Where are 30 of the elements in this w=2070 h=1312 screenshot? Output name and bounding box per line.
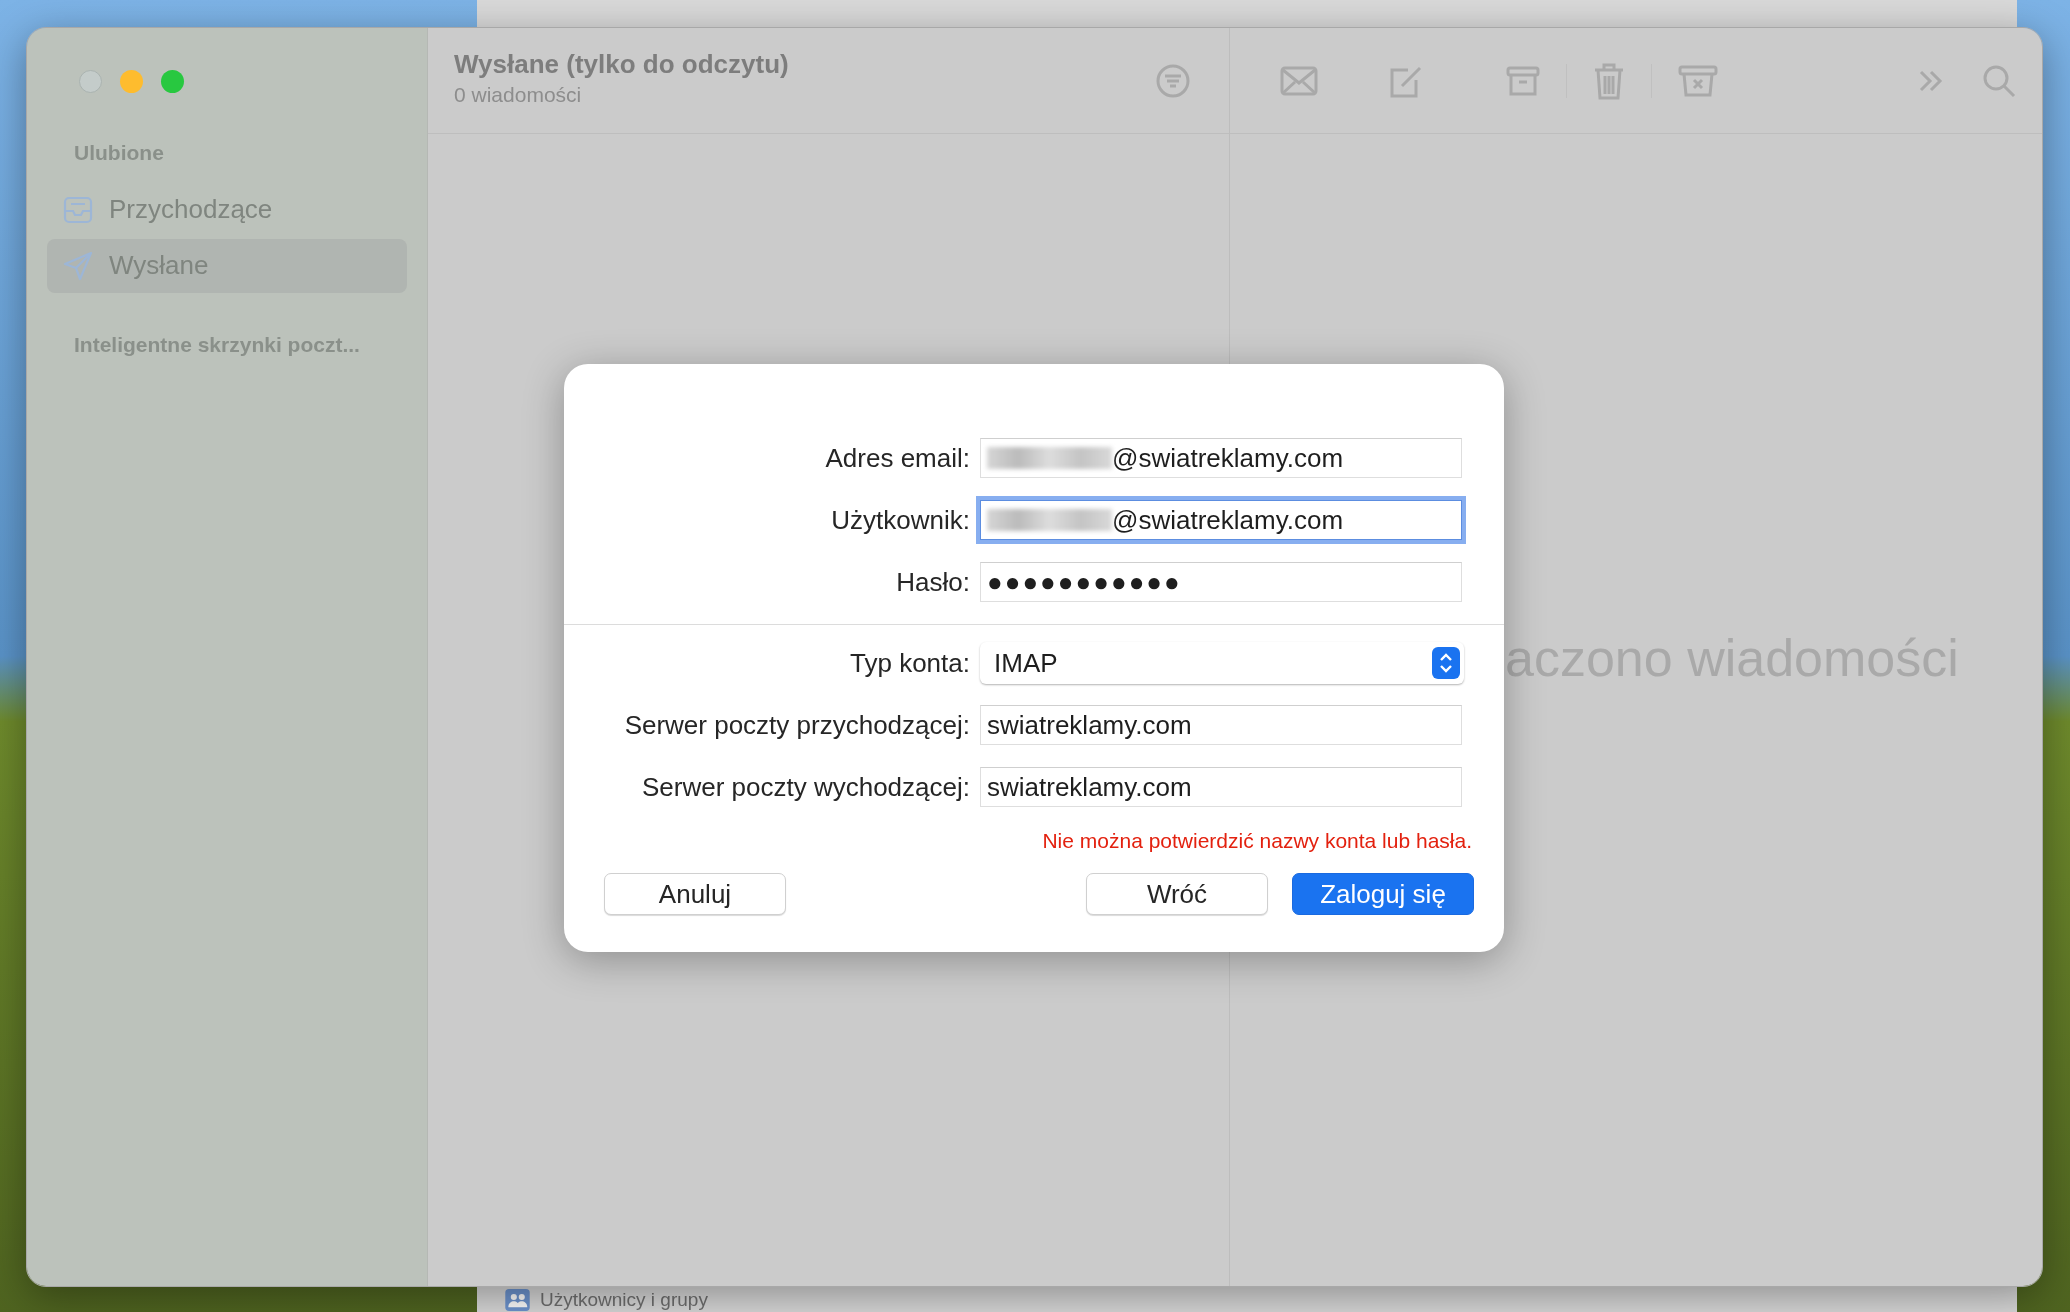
- field-label: Hasło:: [895, 565, 971, 599]
- input-field[interactable]: @swiatreklamy.com: [980, 438, 1462, 478]
- paper-plane-icon: [63, 250, 93, 281]
- dialog-button[interactable]: Anuluj: [604, 872, 786, 915]
- archive-icon[interactable]: [1506, 64, 1540, 97]
- input-field[interactable]: swiatreklamy.com: [980, 767, 1462, 807]
- close-button[interactable]: [79, 70, 102, 93]
- filter-icon[interactable]: [1155, 62, 1191, 99]
- login-button[interactable]: Zaloguj się: [1292, 872, 1474, 915]
- field-label: Użytkownik:: [830, 503, 971, 537]
- search-icon[interactable]: [1982, 63, 2016, 98]
- error-message: Nie można potwierdzić nazwy konta lub hasła.: [1041, 828, 1473, 854]
- tray-icon: [63, 195, 93, 224]
- field-label: Serwer poczty wychodzącej:: [640, 770, 971, 804]
- dialog-button[interactable]: Wróć: [1086, 872, 1268, 915]
- envelope-icon[interactable]: [1280, 65, 1318, 96]
- people-icon: [505, 1289, 530, 1311]
- message-count: 0 wiadomości: [454, 82, 583, 109]
- field-label: Adres email:: [824, 441, 971, 475]
- junk-icon[interactable]: [1678, 63, 1718, 98]
- field-label: Serwer poczty przychodzącej:: [623, 708, 971, 742]
- minimize-button[interactable]: [120, 70, 143, 93]
- account-type-dropdown[interactable]: IMAP: [980, 642, 1464, 684]
- input-field[interactable]: swiatreklamy.com: [980, 705, 1462, 745]
- field-label: Typ konta:: [849, 646, 971, 680]
- trash-icon[interactable]: [1593, 61, 1625, 100]
- stepper-icon: [1432, 647, 1460, 679]
- input-field[interactable]: ●●●●●●●●●●●: [980, 562, 1462, 602]
- mailbox-title: Wysłane (tylko do odczytu): [454, 50, 789, 80]
- zoom-button[interactable]: [161, 70, 184, 93]
